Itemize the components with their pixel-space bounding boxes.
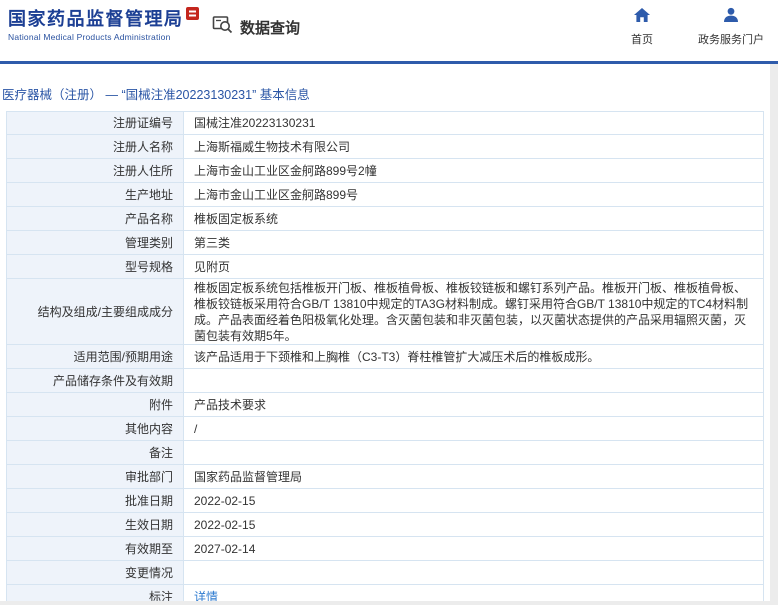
table-row: 型号规格 见附页 [6,255,764,279]
row-value: 该产品适用于下颈椎和上胸椎（C3-T3）脊柱椎管扩大减压术后的椎板成形。 [184,345,764,368]
table-row: 产品名称 椎板固定板系统 [6,207,764,231]
row-label: 产品名称 [6,207,184,230]
row-value: 见附页 [184,255,764,278]
row-label: 标注 [6,585,184,601]
row-label: 有效期至 [6,537,184,560]
breadcrumb: 医疗器械（注册） — “国械注准20223130231” 基本信息 [2,88,310,102]
nmpa-logo: 国家药品监督管理局 National Medical Products Admi… [8,9,184,42]
detail-link[interactable]: 详情 [194,589,218,602]
row-value-text: 椎板固定板系统包括椎板开门板、椎板植骨板、椎板铰链板和螺钉系列产品。椎板开门板、… [194,280,749,343]
header: 国家药品监督管理局 National Medical Products Admi… [0,0,778,61]
row-label: 审批部门 [6,465,184,488]
table-row: 生产地址 上海市金山工业区金舸路899号 [6,183,764,207]
table-row: 适用范围/预期用途 该产品适用于下颈椎和上胸椎（C3-T3）脊柱椎管扩大减压术后… [6,345,764,369]
row-value [184,561,764,584]
data-query-icon [212,14,233,40]
row-label: 变更情况 [6,561,184,584]
nav-item-portal-label: 政务服务门户 [698,34,764,46]
table-row: 其他内容 / [6,417,764,441]
table-row: 注册人名称 上海斯福威生物技术有限公司 [6,135,764,159]
home-icon [633,7,651,28]
row-value: 2027-02-14 [184,537,764,560]
table-row: 标注 详情 [6,585,764,601]
table-row: 产品储存条件及有效期 [6,369,764,393]
row-value [184,441,764,464]
table-row: 管理类别 第三类 [6,231,764,255]
content-area: 医疗器械（注册） — “国械注准20223130231” 基本信息 注册证编号 … [0,64,770,601]
row-value: 椎板固定板系统包括椎板开门板、椎板植骨板、椎板铰链板和螺钉系列产品。椎板开门板、… [184,279,764,344]
row-value: 上海市金山工业区金舸路899号2幢 [184,159,764,182]
row-value: / [184,417,764,440]
nav-item-home-label: 首页 [631,34,653,46]
table-row: 结构及组成/主要组成成分 椎板固定板系统包括椎板开门板、椎板植骨板、椎板铰链板和… [6,279,764,345]
table-row: 注册人住所 上海市金山工业区金舸路899号2幢 [6,159,764,183]
registration-info-table: 注册证编号 国械注准20223130231 注册人名称 上海斯福威生物技术有限公… [6,111,764,601]
table-row: 注册证编号 国械注准20223130231 [6,111,764,135]
logo-subtitle: National Medical Products Administration [8,32,171,42]
row-label: 附件 [6,393,184,416]
row-value: 国家药品监督管理局 [184,465,764,488]
table-row: 变更情况 [6,561,764,585]
row-label: 型号规格 [6,255,184,278]
row-label: 批准日期 [6,489,184,512]
row-value: 国械注准20223130231 [184,112,764,134]
row-label: 备注 [6,441,184,464]
row-label: 生效日期 [6,513,184,536]
page: 国家药品监督管理局 National Medical Products Admi… [0,0,778,605]
data-query-tab[interactable]: 数据查询 [212,14,300,40]
table-row: 审批部门 国家药品监督管理局 [6,465,764,489]
table-row: 批准日期 2022-02-15 [6,489,764,513]
nav-item-portal[interactable]: 政务服务门户 [698,7,764,47]
row-label: 注册人住所 [6,159,184,182]
row-label: 注册证编号 [6,112,184,134]
table-row: 生效日期 2022-02-15 [6,513,764,537]
row-value [184,369,764,392]
row-value: 产品技术要求 [184,393,764,416]
row-value: 详情 [184,585,764,601]
row-value: 2022-02-15 [184,489,764,512]
row-value: 第三类 [184,231,764,254]
row-label: 适用范围/预期用途 [6,345,184,368]
row-value: 上海斯福威生物技术有限公司 [184,135,764,158]
row-value: 上海市金山工业区金舸路899号 [184,183,764,206]
top-navigation: 首页 政务服务门户 [620,7,764,47]
row-value: 椎板固定板系统 [184,207,764,230]
nav-item-home[interactable]: 首页 [620,7,664,47]
table-row: 附件 产品技术要求 [6,393,764,417]
table-row: 有效期至 2027-02-14 [6,537,764,561]
row-value: 2022-02-15 [184,513,764,536]
row-label: 生产地址 [6,183,184,206]
table-row: 备注 [6,441,764,465]
row-label: 注册人名称 [6,135,184,158]
row-label: 产品储存条件及有效期 [6,369,184,392]
row-label: 结构及组成/主要组成成分 [6,279,184,344]
seal-icon [186,7,199,25]
row-label: 管理类别 [6,231,184,254]
row-label: 其他内容 [6,417,184,440]
logo-title: 国家药品监督管理局 [8,9,184,29]
data-query-label: 数据查询 [240,19,301,37]
person-icon [722,7,740,28]
